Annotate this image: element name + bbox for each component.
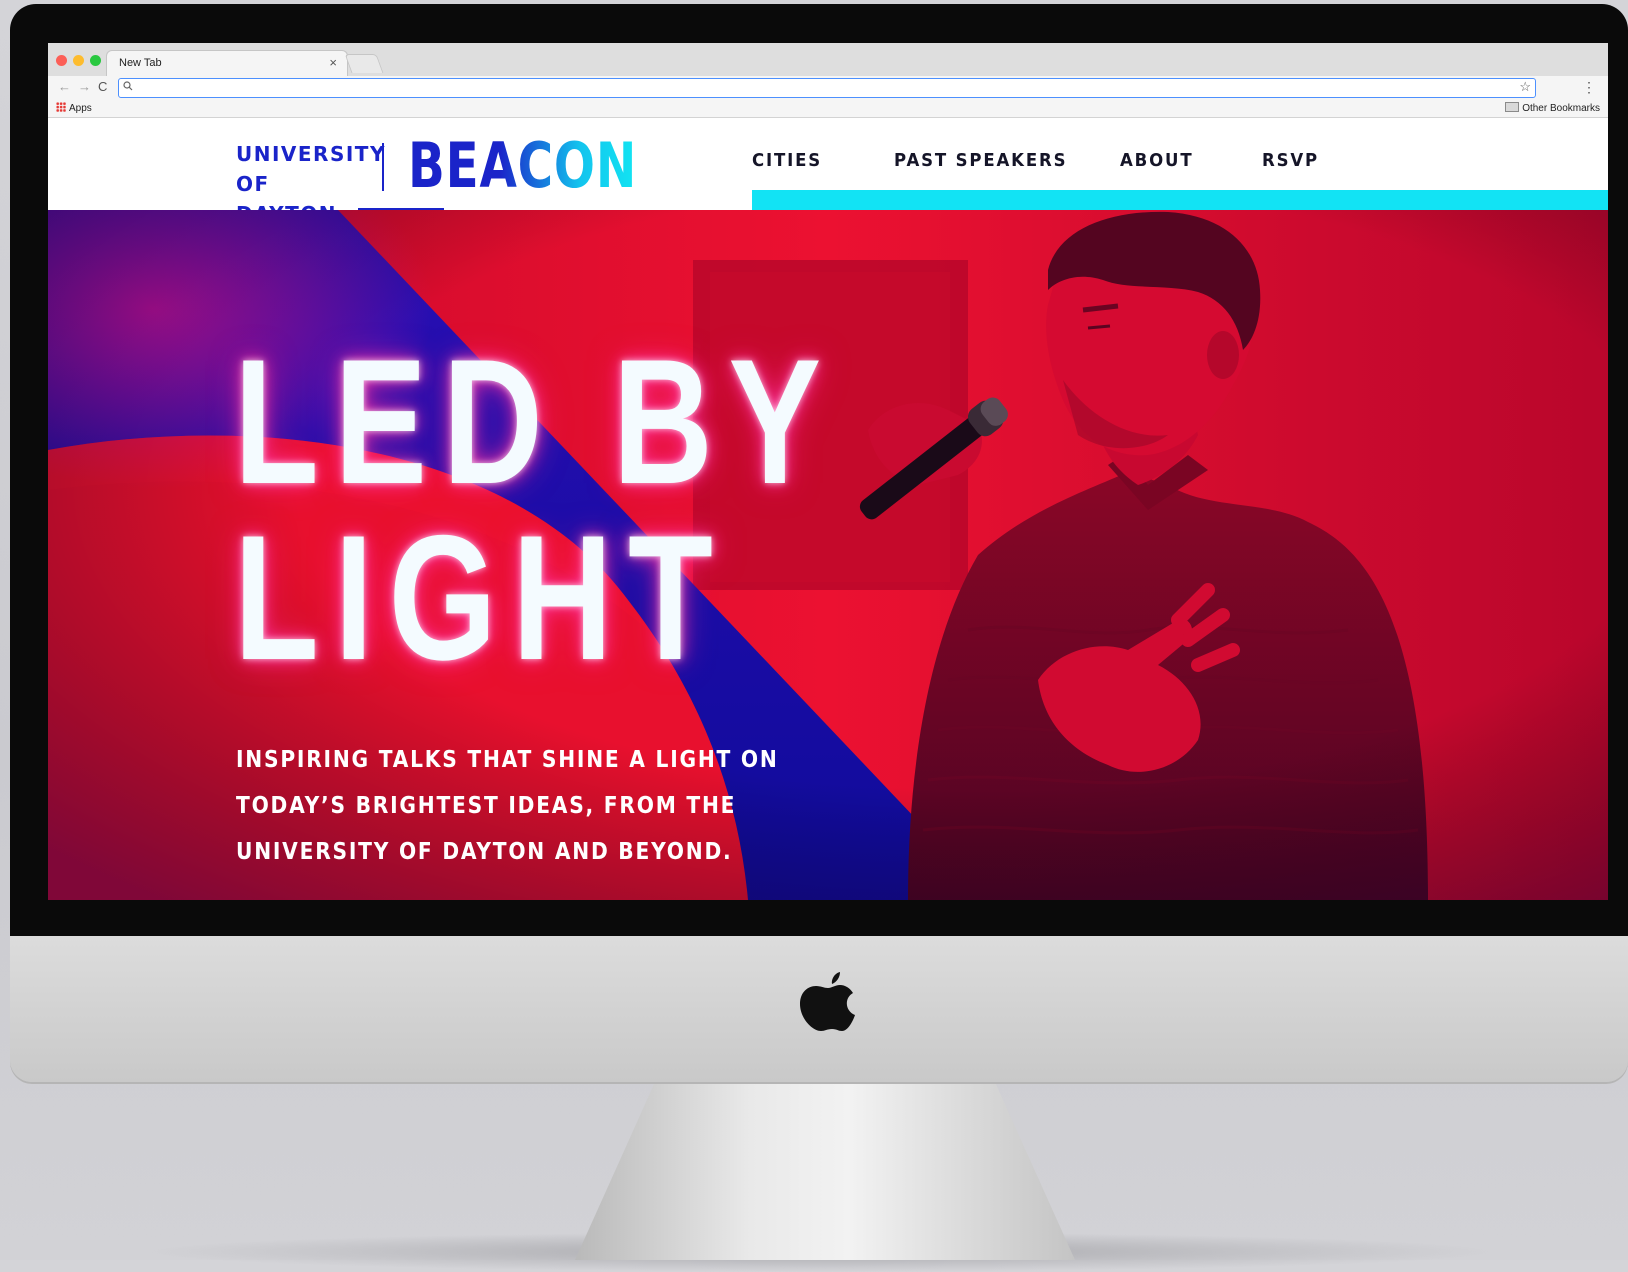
other-bookmarks[interactable]: Other Bookmarks bbox=[1505, 102, 1600, 114]
other-bookmarks-label: Other Bookmarks bbox=[1522, 103, 1600, 114]
tab-title: New Tab bbox=[119, 57, 162, 69]
logo-divider bbox=[382, 143, 384, 191]
close-window-button[interactable] bbox=[56, 55, 67, 66]
hero-section: LED BY LIGHT INSPIRING TALKS THAT SHINE … bbox=[48, 210, 1608, 900]
beacon-logo[interactable]: BEACON bbox=[408, 126, 637, 206]
folder-icon bbox=[1505, 102, 1520, 112]
nav-active-underline bbox=[752, 190, 1608, 210]
address-input[interactable] bbox=[139, 80, 1509, 95]
bookmarks-bar: Apps Other Bookmarks bbox=[48, 100, 1608, 118]
forward-arrow-icon[interactable]: → bbox=[78, 79, 91, 94]
apps-label: Apps bbox=[69, 103, 92, 114]
browser-tab-bar: New Tab × bbox=[48, 43, 1608, 77]
browser-toolbar: ← → C ☆ ⋮ bbox=[48, 76, 1608, 100]
hero-title-line1: LED BY bbox=[234, 322, 837, 521]
browser-tab[interactable]: New Tab × bbox=[106, 50, 348, 77]
back-arrow-icon[interactable]: ← bbox=[58, 79, 71, 94]
search-icon bbox=[123, 81, 133, 91]
apps-grid-icon bbox=[56, 102, 66, 112]
screen: New Tab × ← → C ☆ ⋮ Apps Other Bookmarks bbox=[48, 43, 1608, 900]
hero-title: LED BY LIGHT bbox=[234, 322, 837, 697]
new-tab-button[interactable] bbox=[344, 54, 384, 73]
apps-bookmark[interactable]: Apps bbox=[56, 102, 92, 114]
nav-about[interactable]: ABOUT bbox=[1120, 150, 1193, 171]
reload-icon[interactable]: C bbox=[98, 79, 107, 94]
star-icon[interactable]: ☆ bbox=[1519, 79, 1531, 95]
hero-title-line2: LIGHT bbox=[234, 498, 729, 697]
hero-tagline: INSPIRING TALKS THAT SHINE A LIGHT ON TO… bbox=[236, 747, 779, 865]
address-bar[interactable]: ☆ bbox=[118, 78, 1536, 98]
logo-line1: UNIVERSITY bbox=[236, 142, 386, 166]
nav-cities[interactable]: CITIES bbox=[752, 150, 822, 171]
tab-close-icon[interactable]: × bbox=[329, 55, 337, 70]
maximize-window-button[interactable] bbox=[90, 55, 101, 66]
nav-past-speakers[interactable]: PAST SPEAKERS bbox=[894, 150, 1067, 171]
site-header: UNIVERSITY OF DAYTON BEACON CITIES PAST … bbox=[48, 118, 1608, 226]
nav-rsvp[interactable]: RSVP bbox=[1262, 150, 1319, 171]
apple-logo-icon bbox=[800, 972, 855, 1031]
menu-dots-icon[interactable]: ⋮ bbox=[1582, 79, 1596, 96]
imac-stand bbox=[575, 1082, 1075, 1260]
minimize-window-button[interactable] bbox=[73, 55, 84, 66]
